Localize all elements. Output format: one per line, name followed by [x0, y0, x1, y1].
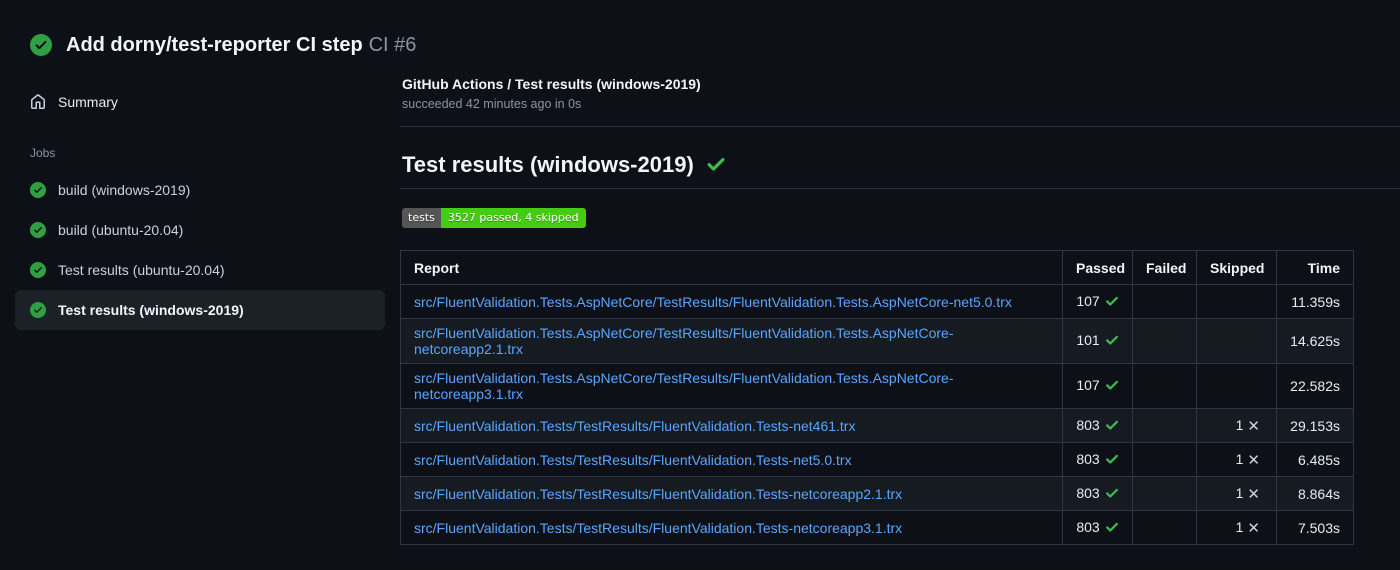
check-circle-icon: [30, 34, 52, 56]
sidebar-item-build-ubuntu-2004[interactable]: build (ubuntu-20.04): [15, 210, 385, 250]
report-link[interactable]: src/FluentValidation.Tests/TestResults/F…: [414, 486, 902, 502]
check-icon: [1105, 378, 1119, 395]
table-row: src/FluentValidation.Tests/TestResults/F…: [400, 442, 1354, 477]
x-icon: ✕: [1247, 486, 1260, 503]
passed-count: 107: [1076, 292, 1100, 309]
job-summary: GitHub Actions / Test results (windows-2…: [400, 74, 1400, 111]
column-header-failed: Failed: [1132, 250, 1197, 285]
passed-count: 107: [1076, 377, 1100, 393]
passed-count: 803: [1076, 450, 1100, 467]
check-icon: [1105, 486, 1119, 503]
table-row: src/FluentValidation.Tests/TestResults/F…: [400, 408, 1354, 443]
time-value: 22.582s: [1276, 363, 1354, 409]
table-header-row: Report Passed Failed Skipped Time: [400, 250, 1354, 285]
passed-count: 803: [1076, 518, 1100, 535]
table-row: src/FluentValidation.Tests.AspNetCore/Te…: [400, 318, 1354, 364]
time-value: 14.625s: [1276, 318, 1354, 364]
summary-label: Summary: [58, 94, 118, 110]
x-icon: ✕: [1247, 452, 1260, 469]
run-number: CI #6: [368, 33, 417, 56]
sidebar-item-test-results-windows-2019[interactable]: Test results (windows-2019): [15, 290, 385, 330]
job-label: Test results (ubuntu-20.04): [58, 262, 225, 278]
tests-badge-value: 3527 passed, 4 skipped: [440, 208, 586, 228]
check-circle-icon: [30, 262, 46, 278]
column-header-skipped: Skipped: [1196, 250, 1277, 285]
skipped-count: 1: [1235, 485, 1244, 501]
check-icon: [706, 154, 726, 177]
sidebar-item-summary[interactable]: Summary: [15, 86, 385, 118]
table-row: src/FluentValidation.Tests/TestResults/F…: [400, 510, 1354, 545]
skipped-count: 1: [1235, 451, 1244, 467]
passed-count: 101: [1076, 332, 1100, 348]
passed-count: 803: [1076, 484, 1100, 501]
time-value: 8.864s: [1276, 476, 1354, 511]
column-header-report: Report: [400, 250, 1063, 285]
report-heading-text: Test results (windows-2019): [402, 152, 694, 177]
sidebar-item-test-results-ubuntu-2004[interactable]: Test results (ubuntu-20.04): [15, 250, 385, 290]
job-summary-title: GitHub Actions / Test results (windows-2…: [402, 76, 701, 92]
time-value: 6.485s: [1276, 442, 1354, 477]
home-icon: [30, 94, 46, 110]
check-circle-icon: [30, 302, 46, 318]
check-icon: [1105, 333, 1119, 350]
jobs-sidebar: Summary Jobs build (windows-2019) build …: [0, 64, 400, 330]
report-link[interactable]: src/FluentValidation.Tests.AspNetCore/Te…: [414, 325, 954, 357]
section-divider: [400, 126, 1400, 127]
report-link[interactable]: src/FluentValidation.Tests/TestResults/F…: [414, 418, 855, 434]
tests-badge-label: tests: [402, 208, 441, 228]
time-value: 11.359s: [1276, 284, 1354, 319]
time-value: 29.153s: [1276, 408, 1354, 443]
sidebar-item-build-windows-2019[interactable]: build (windows-2019): [15, 170, 385, 210]
table-row: src/FluentValidation.Tests/TestResults/F…: [400, 476, 1354, 511]
check-circle-icon: [30, 222, 46, 238]
x-icon: ✕: [1247, 520, 1260, 537]
table-row: src/FluentValidation.Tests.AspNetCore/Te…: [400, 363, 1354, 409]
check-icon: [1105, 520, 1119, 537]
report-link[interactable]: src/FluentValidation.Tests/TestResults/F…: [414, 520, 902, 536]
tests-badge: tests 3527 passed, 4 skipped: [402, 208, 586, 228]
check-icon: [1105, 294, 1119, 311]
job-summary-status: succeeded 42 minutes ago in 0s: [402, 97, 582, 111]
jobs-heading: Jobs: [30, 146, 56, 160]
run-title: Add dorny/test-reporter CI step: [66, 33, 363, 56]
check-icon: [1105, 418, 1119, 435]
job-label: Test results (windows-2019): [58, 302, 244, 318]
check-icon: [1105, 452, 1119, 469]
column-header-passed: Passed: [1062, 250, 1133, 285]
table-row: src/FluentValidation.Tests.AspNetCore/Te…: [400, 284, 1354, 319]
column-header-time: Time: [1276, 250, 1354, 285]
report-heading: Test results (windows-2019): [400, 152, 1400, 189]
time-value: 7.503s: [1276, 510, 1354, 545]
skipped-count: 1: [1235, 519, 1244, 535]
main-panel: GitHub Actions / Test results (windows-2…: [400, 64, 1400, 545]
report-link[interactable]: src/FluentValidation.Tests.AspNetCore/Te…: [414, 294, 1012, 310]
job-label: build (windows-2019): [58, 182, 191, 198]
job-label: build (ubuntu-20.04): [58, 222, 184, 238]
test-results-table: Report Passed Failed Skipped Time src/Fl…: [400, 250, 1354, 545]
report-link[interactable]: src/FluentValidation.Tests.AspNetCore/Te…: [414, 370, 954, 402]
check-circle-icon: [30, 182, 46, 198]
report-link[interactable]: src/FluentValidation.Tests/TestResults/F…: [414, 452, 852, 468]
x-icon: ✕: [1247, 418, 1260, 435]
run-header: Add dorny/test-reporter CI step CI #6: [0, 0, 1400, 64]
skipped-count: 1: [1235, 417, 1244, 433]
passed-count: 803: [1076, 416, 1100, 433]
